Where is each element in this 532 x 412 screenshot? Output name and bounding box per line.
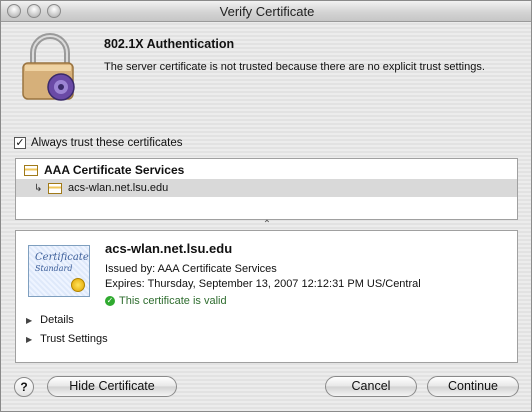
always-trust-label: Always trust these certificates xyxy=(31,137,183,149)
continue-button[interactable]: Continue xyxy=(427,376,519,397)
window-title: Verify Certificate xyxy=(219,4,315,19)
cert-name: acs-wlan.net.lsu.edu xyxy=(105,241,233,256)
auth-heading: 802.1X Authentication xyxy=(104,37,235,51)
disclosure-triangle-icon: ▶ xyxy=(26,315,33,325)
always-trust-row[interactable]: ✓ Always trust these certificates xyxy=(14,137,182,149)
pane-splitter[interactable]: ⌃ xyxy=(1,220,531,230)
hide-certificate-button[interactable]: Hide Certificate xyxy=(47,376,177,397)
padlock-icon xyxy=(22,33,75,101)
certificate-thumbnail-icon: Certificate Standard xyxy=(28,245,90,297)
tree-item-leaf[interactable]: ↳ acs-wlan.net.lsu.edu xyxy=(16,179,517,197)
validity-text: This certificate is valid xyxy=(119,295,227,307)
details-disclosure[interactable]: ▶ Details xyxy=(26,314,74,326)
validity-status: ✓ This certificate is valid xyxy=(105,295,227,307)
seal-icon xyxy=(71,278,85,292)
certificate-tree: AAA Certificate Services ↳ acs-wlan.net.… xyxy=(15,158,518,220)
certificate-details-pane: Certificate Standard acs-wlan.net.lsu.ed… xyxy=(15,230,518,363)
expires: Expires: Thursday, September 13, 2007 12… xyxy=(105,278,421,290)
tree-item-root[interactable]: AAA Certificate Services xyxy=(16,161,517,179)
issued-by: Issued by: AAA Certificate Services xyxy=(105,263,277,275)
certificate-icon xyxy=(48,182,62,194)
tree-item-label: acs-wlan.net.lsu.edu xyxy=(68,182,169,194)
tree-item-label: AAA Certificate Services xyxy=(44,163,185,177)
check-circle-icon: ✓ xyxy=(105,296,115,306)
verify-certificate-window: Verify Certificate 802.1X Authentication… xyxy=(0,0,532,412)
help-button[interactable]: ? xyxy=(14,377,34,397)
trust-settings-disclosure[interactable]: ▶ Trust Settings xyxy=(26,333,108,345)
disclosure-triangle-icon: ▶ xyxy=(26,334,33,344)
child-arrow-icon: ↳ xyxy=(34,182,43,194)
certificate-icon xyxy=(24,164,38,176)
title-bar: Verify Certificate xyxy=(1,1,531,22)
always-trust-checkbox[interactable]: ✓ xyxy=(14,137,26,149)
cancel-button[interactable]: Cancel xyxy=(325,376,417,397)
trust-message: The server certificate is not trusted be… xyxy=(104,61,485,73)
